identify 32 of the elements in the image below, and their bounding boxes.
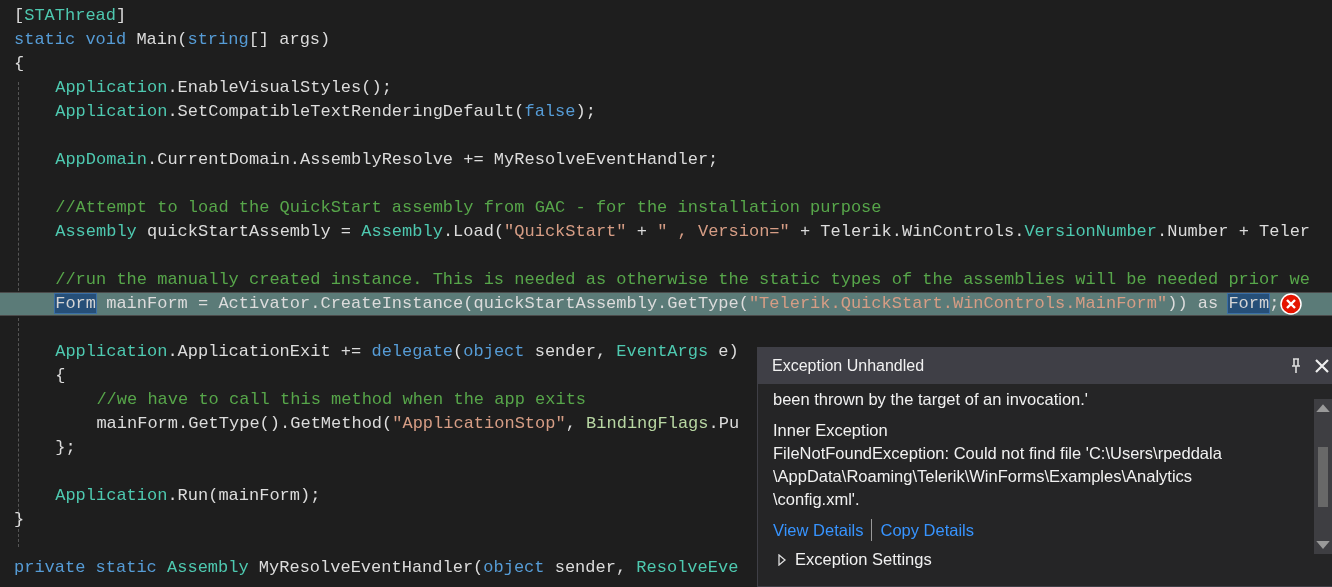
exception-settings-toggle[interactable]: Exception Settings bbox=[773, 550, 1306, 569]
code-line: //Attempt to load the QuickStart assembly from GAC - for the installation purpose bbox=[55, 197, 882, 219]
code-line: //we have to call this method when the app exits bbox=[96, 389, 587, 411]
inner-exception-message: FileNotFoundException: Could not find file 'C:\Users\rpeddala \AppData\Roaming\Telerik\WinForms\Examples\Analytics \config.xml'. bbox=[773, 443, 1223, 510]
inner-exception-heading: Inner Exception bbox=[773, 420, 889, 441]
error-icon[interactable] bbox=[1280, 293, 1303, 315]
code-line: { bbox=[14, 53, 25, 75]
popup-title: Exception Unhandled bbox=[772, 357, 926, 375]
code-line: } bbox=[14, 509, 25, 531]
code-line: Application.Run(mainForm); bbox=[55, 485, 321, 507]
code-line: Application.ApplicationExit += delegate(object sender, EventArgs e) bbox=[55, 341, 739, 363]
code-line: private static Assembly MyResolveEventHandler(object sender, ResolveEve bbox=[14, 557, 739, 579]
code-line: [STAThread] bbox=[14, 5, 127, 27]
scrollbar-thumb[interactable] bbox=[1318, 446, 1328, 507]
exception-message: been thrown by the target of an invocation.' bbox=[773, 389, 1090, 410]
code-line: { bbox=[55, 365, 66, 387]
code-line: Application.EnableVisualStyles(); bbox=[55, 77, 392, 99]
code-line: Application.SetCompatibleTextRenderingDefault(false); bbox=[55, 101, 596, 123]
details-link[interactable]: View Details bbox=[773, 520, 864, 540]
code-line: static void Main(string[] args) bbox=[14, 29, 331, 51]
code-line: Assembly quickStartAssembly = Assembly.Load("QuickStart" + " , Version=" + Telerik.WinControls.VersionNumber.Number + Teler bbox=[55, 221, 1311, 243]
code-line: Form mainForm = Activator.CreateInstance(quickStartAssembly.GetType("Telerik.QuickStart.WinControls.MainForm")) as Form; bbox=[55, 293, 1280, 315]
scroll-up-icon[interactable] bbox=[1316, 403, 1330, 412]
code-line: mainForm.GetType().GetMethod("ApplicationStop", BindingFlags.Pu bbox=[96, 413, 740, 435]
close-icon[interactable] bbox=[1314, 358, 1330, 374]
pin-icon[interactable] bbox=[1290, 358, 1302, 374]
code-line: }; bbox=[55, 437, 76, 459]
details-link[interactable]: Copy Details bbox=[880, 520, 975, 540]
scroll-down-icon[interactable] bbox=[1316, 541, 1330, 550]
scrollbar[interactable] bbox=[1314, 399, 1332, 554]
code-line: AppDomain.CurrentDomain.AssemblyResolve += MyResolveEventHandler; bbox=[55, 149, 719, 171]
code-line: //run the manually created instance. This is needed as otherwise the static types of the assemblies will be needed prior we bbox=[55, 269, 1310, 291]
